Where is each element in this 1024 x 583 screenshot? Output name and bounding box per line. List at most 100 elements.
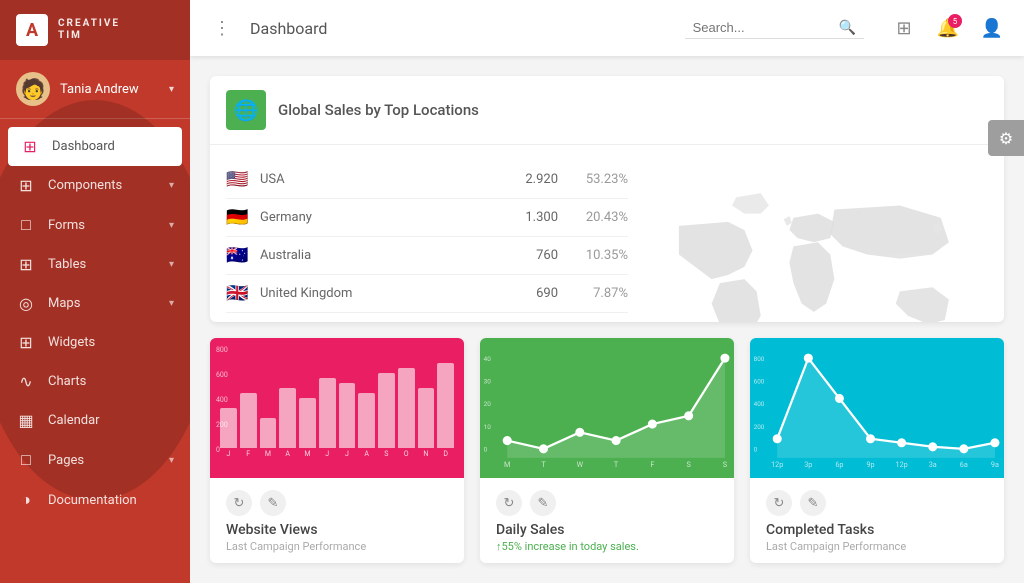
sidebar-item-tables[interactable]: ⊞ Tables ▾ [0, 245, 190, 284]
svg-text:6p: 6p [835, 460, 843, 469]
sidebar-item-documentation[interactable]: ◑ Documentation [0, 480, 190, 520]
edit-button[interactable]: ✎ [530, 490, 556, 516]
refresh-button[interactable]: ↻ [226, 490, 252, 516]
data-point [867, 435, 874, 442]
sidebar-item-widgets[interactable]: ⊞ Widgets [0, 323, 190, 362]
chart-title: Website Views [226, 522, 448, 538]
svg-text:T: T [541, 460, 546, 469]
user-icon[interactable]: 👤 [976, 12, 1008, 44]
table-row: 🇺🇸 USA 2.920 53.23% [226, 161, 628, 199]
flag-icon: 🇩🇪 [226, 207, 250, 228]
avatar: 🧑 [16, 72, 50, 106]
sidebar-item-calendar[interactable]: ▦ Calendar [0, 401, 190, 440]
bar-column: M [260, 418, 277, 458]
sidebar-item-charts[interactable]: ∿ Charts [0, 362, 190, 401]
data-point [774, 435, 781, 442]
data-point [612, 437, 619, 444]
svg-text:20: 20 [484, 400, 492, 408]
sidebar-item-label: Pages [48, 453, 84, 468]
bottom-cards: 8006004002000 J F M A M J [210, 338, 1004, 563]
bar-column: D [437, 363, 454, 458]
sidebar-header: A CREATIVE TIM [0, 0, 190, 60]
sidebar-item-label: Maps [48, 296, 80, 311]
sidebar-item-components[interactable]: ⊞ Components ▾ [0, 166, 190, 205]
svg-text:W: W [577, 460, 584, 469]
menu-button[interactable]: ⋮ [206, 12, 238, 44]
svg-text:S: S [686, 460, 691, 469]
sidebar-item-maps[interactable]: ◎ Maps ▾ [0, 284, 190, 323]
country-pct: 10.35% [568, 248, 628, 263]
apps-icon[interactable]: ⊞ [888, 12, 920, 44]
edit-button[interactable]: ✎ [800, 490, 826, 516]
chart-actions: ↻ ✎ [766, 490, 988, 516]
search-input[interactable] [693, 20, 833, 35]
world-map [648, 161, 988, 322]
flag-icon: 🇦🇺 [226, 245, 250, 266]
table-row: 🇦🇺 Australia 760 10.35% [226, 237, 628, 275]
refresh-button[interactable]: ↻ [766, 490, 792, 516]
bar-label: J [345, 450, 349, 458]
flag-icon: 🇷🇴 [226, 321, 250, 322]
svg-text:3a: 3a [929, 460, 937, 469]
bar-column: A [279, 388, 296, 458]
sidebar-item-dashboard[interactable]: ⊞ Dashboard [8, 127, 182, 166]
dashboard-icon: ⊞ [20, 137, 40, 156]
country-pct: 53.23% [568, 172, 628, 187]
charts-icon: ∿ [16, 372, 36, 391]
sidebar: A CREATIVE TIM 🧑 Tania Andrew ▾ ⊞ Dashbo… [0, 0, 190, 583]
svg-text:30: 30 [484, 378, 492, 386]
settings-fab[interactable]: ⚙ [988, 120, 1024, 156]
chart-actions: ↻ ✎ [226, 490, 448, 516]
line-chart: 8006004002000 12p3p6p9p12p3a6a9a [750, 338, 1004, 478]
website-views-card: 8006004002000 J F M A M J [210, 338, 464, 563]
svg-text:0: 0 [754, 446, 758, 454]
bar [299, 398, 316, 448]
brand-name: CREATIVE TIM [58, 18, 120, 42]
bar [398, 368, 415, 448]
card-title: Global Sales by Top Locations [278, 101, 479, 119]
bar [339, 383, 356, 448]
bar [260, 418, 277, 448]
bar-column: A [358, 393, 375, 458]
bar-column: J [339, 383, 356, 458]
globe-icon-box: 🌐 [226, 90, 266, 130]
bar [418, 388, 435, 448]
svg-text:0: 0 [484, 446, 488, 454]
sidebar-item-pages[interactable]: □ Pages ▾ [0, 440, 190, 480]
sidebar-item-forms[interactable]: □ Forms ▾ [0, 205, 190, 245]
country-value: 2.920 [498, 172, 558, 187]
data-point [721, 354, 728, 361]
table-row: 🇬🇧 United Kingdom 690 7.87% [226, 275, 628, 313]
bar-column: F [240, 393, 257, 458]
country-value: 690 [498, 286, 558, 301]
country-pct: 20.43% [568, 210, 628, 225]
global-sales-body: 🇺🇸 USA 2.920 53.23% 🇩🇪 Germany 1.300 20.… [210, 145, 1004, 322]
bar-label: M [265, 450, 271, 458]
documentation-icon: ◑ [16, 490, 36, 510]
bar-chart: 8006004002000 J F M A M J [210, 338, 464, 478]
data-point [960, 445, 967, 452]
data-point [991, 439, 998, 446]
svg-text:400: 400 [754, 400, 765, 408]
brand-logo: A [16, 14, 48, 46]
country-name: Australia [260, 248, 488, 263]
table-row: 🇷🇴 Romania 600 5.94% [226, 313, 628, 322]
edit-button[interactable]: ✎ [260, 490, 286, 516]
country-name: United Kingdom [260, 286, 488, 301]
chart-card-body: ↻ ✎ Completed Tasks Last Campaign Perfor… [750, 478, 1004, 563]
chart-area: 403020100 MTWTFSS [480, 338, 734, 478]
bar-label: O [404, 450, 409, 458]
header: ⋮ Dashboard 🔍 ⊞ 🔔 5 👤 [190, 0, 1024, 56]
notif-badge: 5 [948, 14, 962, 28]
data-point [649, 420, 656, 427]
bar-label: A [285, 450, 290, 458]
chart-title: Daily Sales [496, 522, 718, 538]
flag-icon: 🇺🇸 [226, 169, 250, 190]
notifications-icon[interactable]: 🔔 5 [932, 12, 964, 44]
refresh-button[interactable]: ↻ [496, 490, 522, 516]
user-profile[interactable]: 🧑 Tania Andrew ▾ [0, 60, 190, 119]
main-content: ⋮ Dashboard 🔍 ⊞ 🔔 5 👤 🌐 Global Sales by … [190, 0, 1024, 583]
bar-label: M [304, 450, 310, 458]
bar [240, 393, 257, 448]
completed-tasks-card: 8006004002000 12p3p6p9p12p3a6a9a ↻ ✎ Com… [750, 338, 1004, 563]
